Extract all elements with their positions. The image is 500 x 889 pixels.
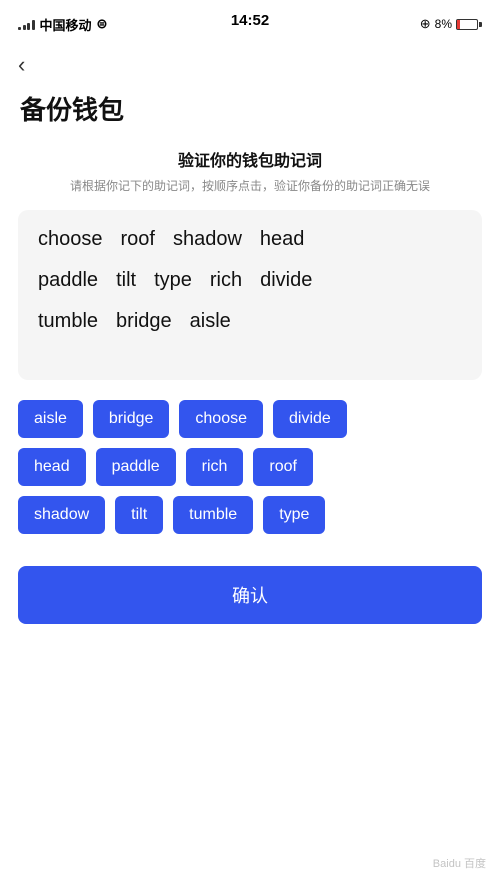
- battery-percent: 8%: [435, 17, 452, 31]
- display-word-tilt: tilt: [116, 269, 136, 292]
- chip-tumble[interactable]: tumble: [173, 496, 253, 534]
- carrier-info: 中国移动 ⊜: [18, 15, 107, 34]
- battery-area: ⊕ 8%: [420, 16, 482, 32]
- display-word-head: head: [260, 228, 305, 251]
- confirm-button[interactable]: 确认: [18, 566, 482, 624]
- chips-row-2: head paddle rich roof: [18, 448, 482, 486]
- watermark: Baidu 百度: [433, 855, 486, 871]
- section-heading: 验证你的钱包助记词: [0, 147, 500, 171]
- circle-icon: ⊕: [420, 16, 431, 32]
- chip-roof[interactable]: roof: [253, 448, 313, 486]
- chip-shadow[interactable]: shadow: [18, 496, 105, 534]
- display-word-aisle: aisle: [190, 310, 231, 333]
- display-word-type: type: [154, 269, 192, 292]
- back-button[interactable]: ‹: [0, 44, 500, 82]
- word-display-box: choose roof shadow head paddle tilt type…: [18, 210, 482, 380]
- status-bar: 中国移动 ⊜ 14:52 ⊕ 8%: [0, 0, 500, 44]
- display-word-choose: choose: [38, 228, 103, 251]
- chip-head[interactable]: head: [18, 448, 86, 486]
- signal-icon: [18, 18, 35, 30]
- chip-rich[interactable]: rich: [186, 448, 244, 486]
- word-display-row-2: paddle tilt type rich divide: [38, 269, 462, 292]
- wifi-icon: ⊜: [97, 16, 108, 32]
- display-word-shadow: shadow: [173, 228, 242, 251]
- chip-tilt[interactable]: tilt: [115, 496, 163, 534]
- battery-icon: [456, 19, 482, 30]
- status-time: 14:52: [231, 12, 269, 29]
- chip-paddle[interactable]: paddle: [96, 448, 176, 486]
- chips-row-3: shadow tilt tumble type: [18, 496, 482, 534]
- display-word-roof: roof: [121, 228, 155, 251]
- page-title: 备份钱包: [0, 82, 500, 147]
- display-word-bridge: bridge: [116, 310, 172, 333]
- chip-divide[interactable]: divide: [273, 400, 347, 438]
- chip-type[interactable]: type: [263, 496, 325, 534]
- display-word-tumble: tumble: [38, 310, 98, 333]
- section-desc: 请根据你记下的助记词，按顺序点击，验证你备份的助记词正确无误: [0, 177, 500, 196]
- word-chips-area: aisle bridge choose divide head paddle r…: [18, 400, 482, 534]
- display-word-rich: rich: [210, 269, 242, 292]
- chips-row-1: aisle bridge choose divide: [18, 400, 482, 438]
- display-word-paddle: paddle: [38, 269, 98, 292]
- chip-choose[interactable]: choose: [179, 400, 263, 438]
- chip-aisle[interactable]: aisle: [18, 400, 83, 438]
- word-display-row-1: choose roof shadow head: [38, 228, 462, 251]
- chip-bridge[interactable]: bridge: [93, 400, 169, 438]
- carrier-label: 中国移动: [40, 15, 92, 34]
- display-word-divide: divide: [260, 269, 312, 292]
- word-display-row-3: tumble bridge aisle: [38, 310, 462, 333]
